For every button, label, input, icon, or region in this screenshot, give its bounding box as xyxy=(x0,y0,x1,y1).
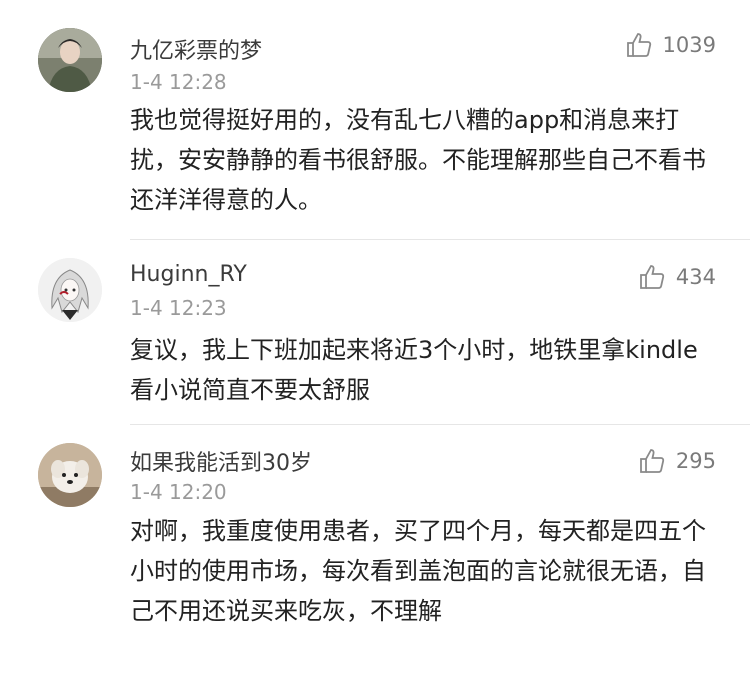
thumbs-up-icon xyxy=(626,33,651,57)
like-count: 434 xyxy=(675,265,716,289)
comment-item: 九亿彩票的梦 1-4 12:28 1039 我也觉得挺好用的，没有乱七八糟的ap… xyxy=(0,0,750,240)
comment-item: 如果我能活到30岁 1-4 12:20 295 对啊，我重度使用患者，买了四个月… xyxy=(0,425,750,685)
like-count: 1039 xyxy=(662,33,716,57)
like-button[interactable]: 295 xyxy=(638,447,716,475)
comment-item: Huginn_RY 1-4 12:23 434 复议，我上下班加起来将近3个小时… xyxy=(0,240,750,425)
comment-text: 我也觉得挺好用的，没有乱七八糟的app和消息来打扰，安安静静的看书很舒服。不能理… xyxy=(130,106,706,214)
like-count: 295 xyxy=(675,449,716,473)
comment-text: 复议，我上下班加起来将近3个小时，地铁里拿kindle看小说简直不要太舒服 xyxy=(130,336,698,404)
avatar[interactable] xyxy=(38,28,102,92)
comment-time: 1-4 12:20 xyxy=(130,480,227,504)
like-button[interactable]: 1039 xyxy=(625,31,716,59)
username[interactable]: 如果我能活到30岁 xyxy=(130,445,312,477)
comment-time: 1-4 12:28 xyxy=(130,70,227,94)
username[interactable]: 九亿彩票的梦 xyxy=(130,33,262,65)
thumbs-up-icon xyxy=(640,449,665,473)
avatar[interactable] xyxy=(38,258,102,322)
like-button[interactable]: 434 xyxy=(638,263,716,291)
comment-time: 1-4 12:23 xyxy=(130,296,227,320)
thumbs-up-icon xyxy=(640,265,665,289)
avatar[interactable] xyxy=(38,443,102,507)
comment-text: 对啊，我重度使用患者，买了四个月，每天都是四五个小时的使用市场，每次看到盖泡面的… xyxy=(130,517,706,625)
username[interactable]: Huginn_RY xyxy=(130,262,247,287)
